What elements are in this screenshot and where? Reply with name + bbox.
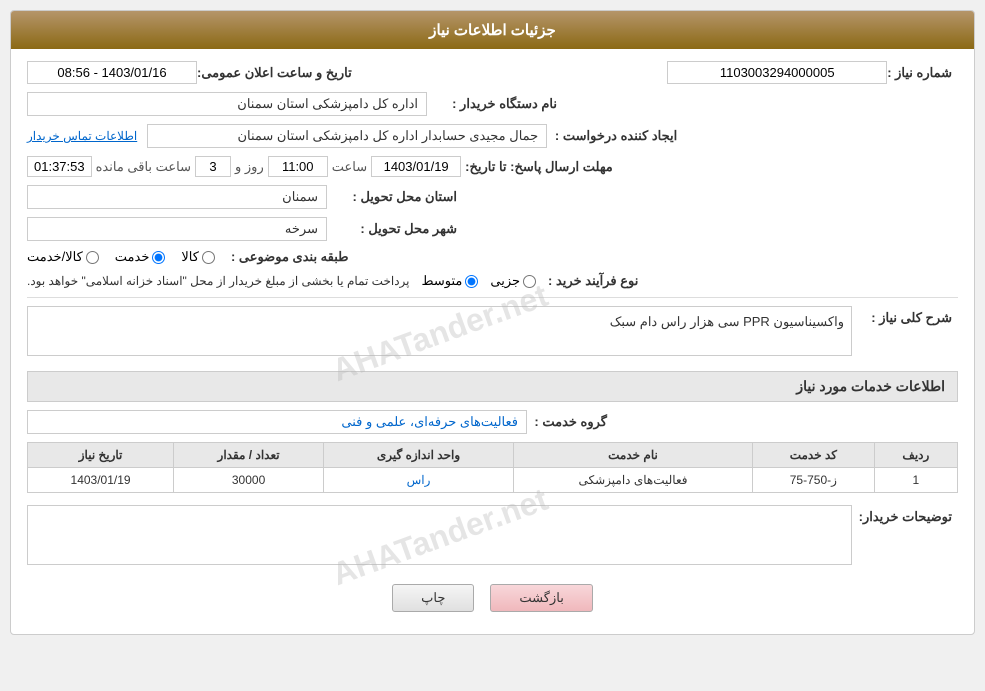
moholat-baghimande: 01:37:53 [27, 156, 92, 177]
col-tarikh: تاریخ نیاز [28, 443, 174, 468]
moholat-roz: 3 [195, 156, 231, 177]
ijad-link[interactable]: اطلاعات تماس خریدار [27, 129, 137, 143]
table-row: 1 ز-750-75 فعالیت‌های دامپزشکی راس 30000… [28, 468, 958, 493]
ijad-row: ایجاد کننده درخواست : جمال مجیدی حسابدار… [27, 124, 958, 148]
noue-motovaset-label: متوسط [422, 273, 463, 289]
main-card: جزئیات اطلاعات نیاز شماره نیاز : 1103003… [10, 10, 975, 635]
table-body: 1 ز-750-75 فعالیت‌های دامپزشکی راس 30000… [28, 468, 958, 493]
buttons-row: بازگشت چاپ [27, 584, 958, 612]
shahr-row: شهر محل تحویل : سرخه [27, 217, 958, 241]
tozihat-section: توضیحات خریدار: AHATander.net [27, 505, 958, 568]
table-header-row: ردیف کد خدمت نام خدمت واحد اندازه گیری ت… [28, 443, 958, 468]
sharh-textarea[interactable] [27, 306, 852, 356]
page-wrapper: جزئیات اطلاعات نیاز شماره نیاز : 1103003… [0, 0, 985, 691]
bazgasht-button[interactable]: بازگشت [490, 584, 592, 612]
sharh-container: AHATander.net واکسیناسیون PPR سی هزار را… [27, 306, 852, 359]
table-head: ردیف کد خدمت نام خدمت واحد اندازه گیری ت… [28, 443, 958, 468]
tozihat-label: توضیحات خریدار: [852, 505, 952, 525]
moholat-date: 1403/01/19 [371, 156, 461, 177]
page-title: جزئیات اطلاعات نیاز [429, 22, 556, 39]
separator1 [27, 297, 958, 298]
moholat-saat: 11:00 [268, 156, 328, 177]
ijad-label: ایجاد کننده درخواست : [547, 128, 677, 144]
khadamat-table: ردیف کد خدمت نام خدمت واحد اندازه گیری ت… [27, 442, 958, 493]
tabe-row: طبقه بندی موضوعی : کالا خدمت کالا/خدمت [27, 249, 958, 265]
tabe-kala-label: کالا [181, 249, 199, 265]
moholat-label: مهلت ارسال پاسخ: تا تاریخ: [465, 159, 613, 175]
tarikh-aalan-value: 1403/01/16 - 08:56 [27, 61, 197, 84]
card-header: جزئیات اطلاعات نیاز [11, 11, 974, 49]
shomara-label: شماره نیاز : [887, 65, 952, 81]
tabe-khadamat-label: خدمت [115, 249, 150, 265]
tarikh-aalan-label: تاریخ و ساعت اعلان عمومی: [197, 65, 352, 81]
tabe-kala-radio[interactable] [202, 251, 215, 264]
noue-label: نوع فرآیند خرید : [548, 273, 638, 289]
moholat-saat-label: ساعت [332, 159, 367, 175]
cell-tedad: 30000 [174, 468, 324, 493]
name-dasgah-label: نام دستگاه خریدار : [427, 96, 557, 112]
col-tedad: تعداد / مقدار [174, 443, 324, 468]
moholat-baghimande-label: ساعت باقی مانده [96, 159, 191, 175]
noue-jozi-label: جزیی [490, 273, 520, 289]
tabe-khadamat-radio[interactable] [152, 251, 165, 264]
grouh-label: گروه خدمت : [527, 414, 607, 430]
noue-row: نوع فرآیند خرید : جزیی متوسط پرداخت تمام… [27, 273, 958, 289]
tabe-kalakhadamat-label: کالا/خدمت [27, 249, 83, 265]
tabe-kalakhadamat-option: کالا/خدمت [27, 249, 99, 265]
khadamat-section-header: اطلاعات خدمات مورد نیاز [27, 371, 958, 402]
tozihat-container: AHATander.net [27, 505, 852, 568]
shahr-label: شهر محل تحویل : [327, 221, 457, 237]
shomara-value: 1103003294000005 [667, 61, 887, 84]
noue-jozi-option: جزیی [490, 273, 536, 289]
tabe-kala-option: کالا [181, 249, 215, 265]
shahr-value: سرخه [27, 217, 327, 241]
cell-tarikh: 1403/01/19 [28, 468, 174, 493]
col-name: نام خدمت [514, 443, 753, 468]
ostan-row: استان محل تحویل : سمنان [27, 185, 958, 209]
ostan-value: سمنان [27, 185, 327, 209]
ijad-value: جمال مجیدی حسابدار اداره کل دامپزشکی است… [147, 124, 547, 148]
chap-button[interactable]: چاپ [392, 584, 474, 612]
cell-radif: 1 [874, 468, 957, 493]
noue-motovaset-option: متوسط [422, 273, 479, 289]
noue-motovaset-radio[interactable] [465, 275, 478, 288]
name-dasgah-row: نام دستگاه خریدار : اداره کل دامپزشکی اس… [27, 92, 958, 116]
tozihat-textarea[interactable] [27, 505, 852, 565]
name-dasgah-value: اداره کل دامپزشکی استان سمنان [27, 92, 427, 116]
col-vahed: واحد اندازه گیری [324, 443, 514, 468]
col-kod: کد خدمت [752, 443, 874, 468]
tabe-kalakhadamat-radio[interactable] [86, 251, 99, 264]
ostan-label: استان محل تحویل : [327, 189, 457, 205]
tabe-label: طبقه بندی موضوعی : [231, 249, 349, 265]
grouh-value: فعالیت‌های حرفه‌ای، علمی و فنی [27, 410, 527, 434]
card-body: شماره نیاز : 1103003294000005 تاریخ و سا… [11, 49, 974, 634]
cell-name: فعالیت‌های دامپزشکی [514, 468, 753, 493]
moholat-roz-label: روز و [235, 159, 264, 175]
sharh-row: شرح کلی نیاز : AHATander.net واکسیناسیون… [27, 306, 958, 359]
noue-description: پرداخت تمام یا بخشی از مبلغ خریدار از مح… [27, 274, 410, 288]
cell-kod: ز-750-75 [752, 468, 874, 493]
tabe-khadamat-option: خدمت [115, 249, 166, 265]
khadamat-table-section: ردیف کد خدمت نام خدمت واحد اندازه گیری ت… [27, 442, 958, 493]
cell-vahed: راس [324, 468, 514, 493]
sharh-label: شرح کلی نیاز : [852, 306, 952, 326]
grouh-row: گروه خدمت : فعالیت‌های حرفه‌ای، علمی و ف… [27, 410, 958, 434]
col-radif: ردیف [874, 443, 957, 468]
moholat-row: مهلت ارسال پاسخ: تا تاریخ: 1403/01/19 سا… [27, 156, 958, 177]
shomara-row: شماره نیاز : 1103003294000005 تاریخ و سا… [27, 61, 958, 84]
noue-jozi-radio[interactable] [523, 275, 536, 288]
